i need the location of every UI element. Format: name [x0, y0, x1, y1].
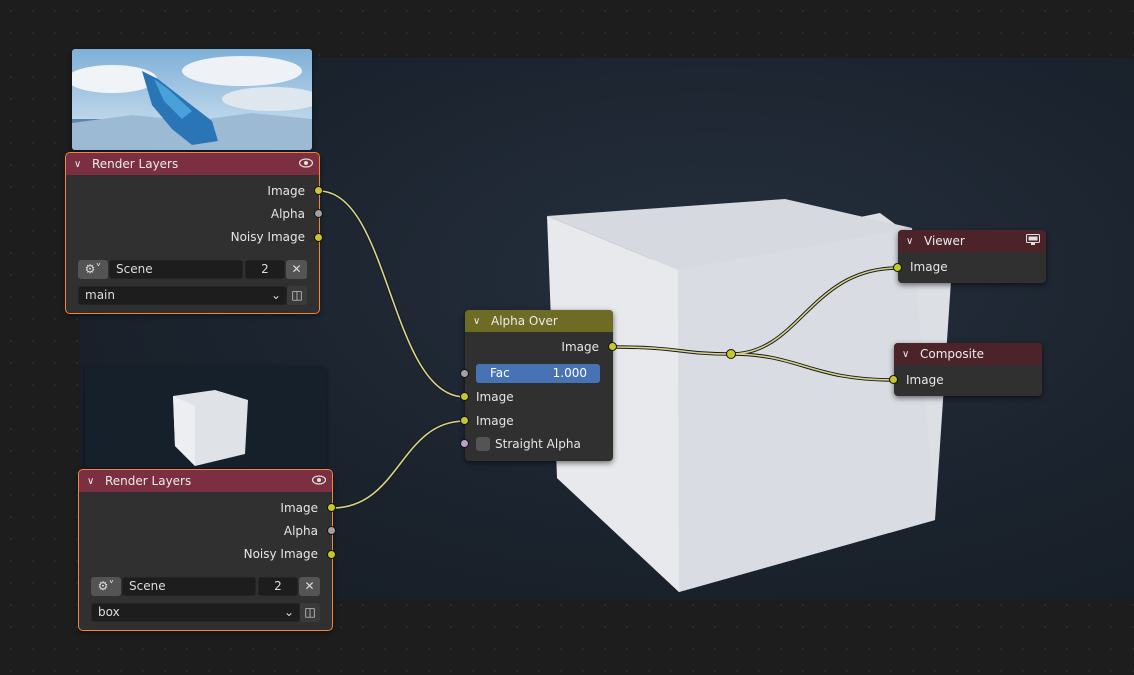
- output-noisy-image-socket[interactable]: [314, 233, 323, 242]
- monitor-icon[interactable]: [1026, 234, 1040, 248]
- output-image-label: Image: [267, 184, 305, 198]
- render-layers-node-1[interactable]: ∨ Render Layers Image Alpha Noisy Image …: [65, 152, 323, 314]
- output-image-label: Image: [280, 501, 318, 515]
- output-noisy-image-label: Noisy Image: [230, 230, 305, 244]
- node-header[interactable]: ∨ Render Layers: [79, 470, 332, 492]
- eye-icon[interactable]: [298, 157, 314, 171]
- chevron-down-icon[interactable]: ∨: [87, 476, 99, 487]
- input-image-label: Image: [906, 373, 944, 387]
- fac-value: 1.000: [552, 366, 587, 380]
- node-title: Composite: [920, 347, 985, 361]
- composite-node[interactable]: ∨ Composite Image: [889, 343, 1042, 396]
- scene-icon[interactable]: ⚙˅: [91, 577, 121, 596]
- layers-icon[interactable]: ◫: [300, 603, 320, 622]
- output-image-socket[interactable]: [608, 342, 617, 351]
- close-icon[interactable]: ✕: [286, 260, 307, 279]
- input-image-1-socket[interactable]: [460, 392, 469, 401]
- output-image-socket[interactable]: [314, 186, 323, 195]
- input-image-socket[interactable]: [889, 375, 898, 384]
- chevron-down-icon[interactable]: ∨: [906, 236, 918, 247]
- view-layer-value: main: [85, 288, 115, 302]
- alpha-over-node[interactable]: ∨ Alpha Over Image Fac 1.000 Image Image…: [460, 310, 617, 461]
- output-alpha-socket[interactable]: [314, 209, 323, 218]
- output-noisy-image-label: Noisy Image: [243, 547, 318, 561]
- scene-users-count[interactable]: 2: [258, 577, 298, 596]
- view-layer-select[interactable]: main ⌄: [78, 286, 287, 305]
- node-header[interactable]: ∨ Composite: [894, 343, 1042, 365]
- output-noisy-image-socket[interactable]: [327, 550, 336, 559]
- view-layer-select[interactable]: box ⌄: [91, 603, 300, 622]
- scene-users-count[interactable]: 2: [245, 260, 285, 279]
- output-alpha-label: Alpha: [270, 207, 305, 221]
- output-image-socket[interactable]: [327, 503, 336, 512]
- input-image-2-label: Image: [476, 414, 514, 428]
- chevron-down-icon: ⌄: [270, 288, 281, 302]
- input-image-2-socket[interactable]: [460, 416, 469, 425]
- fac-label: Fac: [490, 366, 510, 380]
- fac-slider[interactable]: Fac 1.000: [476, 364, 600, 383]
- scene-icon[interactable]: ⚙˅: [78, 260, 108, 279]
- fac-socket[interactable]: [460, 369, 469, 378]
- node-title: Render Layers: [92, 157, 179, 171]
- node-header[interactable]: ∨ Viewer: [898, 230, 1046, 252]
- output-alpha-label: Alpha: [283, 524, 318, 538]
- input-image-socket[interactable]: [893, 263, 902, 272]
- node-title: Render Layers: [105, 474, 192, 488]
- close-icon[interactable]: ✕: [299, 577, 320, 596]
- node-title: Alpha Over: [491, 314, 558, 328]
- input-image-label: Image: [910, 260, 948, 274]
- straight-alpha-label: Straight Alpha: [495, 437, 581, 451]
- chevron-down-icon[interactable]: ∨: [473, 316, 485, 327]
- node-header[interactable]: ∨ Render Layers: [66, 153, 319, 175]
- node-title: Viewer: [924, 234, 965, 248]
- scene-name-field[interactable]: Scene: [122, 577, 256, 596]
- output-alpha-socket[interactable]: [327, 526, 336, 535]
- chevron-down-icon: ⌄: [283, 605, 294, 619]
- node-header[interactable]: ∨ Alpha Over: [465, 310, 613, 332]
- viewer-node[interactable]: ∨ Viewer Image: [893, 230, 1046, 283]
- straight-alpha-checkbox[interactable]: [476, 437, 490, 451]
- render-layers-node-2[interactable]: ∨ Render Layers Image Alpha Noisy Image …: [78, 469, 336, 631]
- chevron-down-icon[interactable]: ∨: [902, 349, 914, 360]
- eye-icon[interactable]: [311, 474, 327, 488]
- chevron-down-icon[interactable]: ∨: [74, 159, 86, 170]
- layers-icon[interactable]: ◫: [287, 286, 307, 305]
- view-layer-value: box: [98, 605, 120, 619]
- input-image-1-label: Image: [476, 390, 514, 404]
- straight-alpha-socket[interactable]: [460, 439, 469, 448]
- output-image-label: Image: [561, 340, 599, 354]
- render-preview-2: [85, 366, 326, 468]
- render-preview-1: [72, 49, 312, 150]
- scene-name-field[interactable]: Scene: [109, 260, 243, 279]
